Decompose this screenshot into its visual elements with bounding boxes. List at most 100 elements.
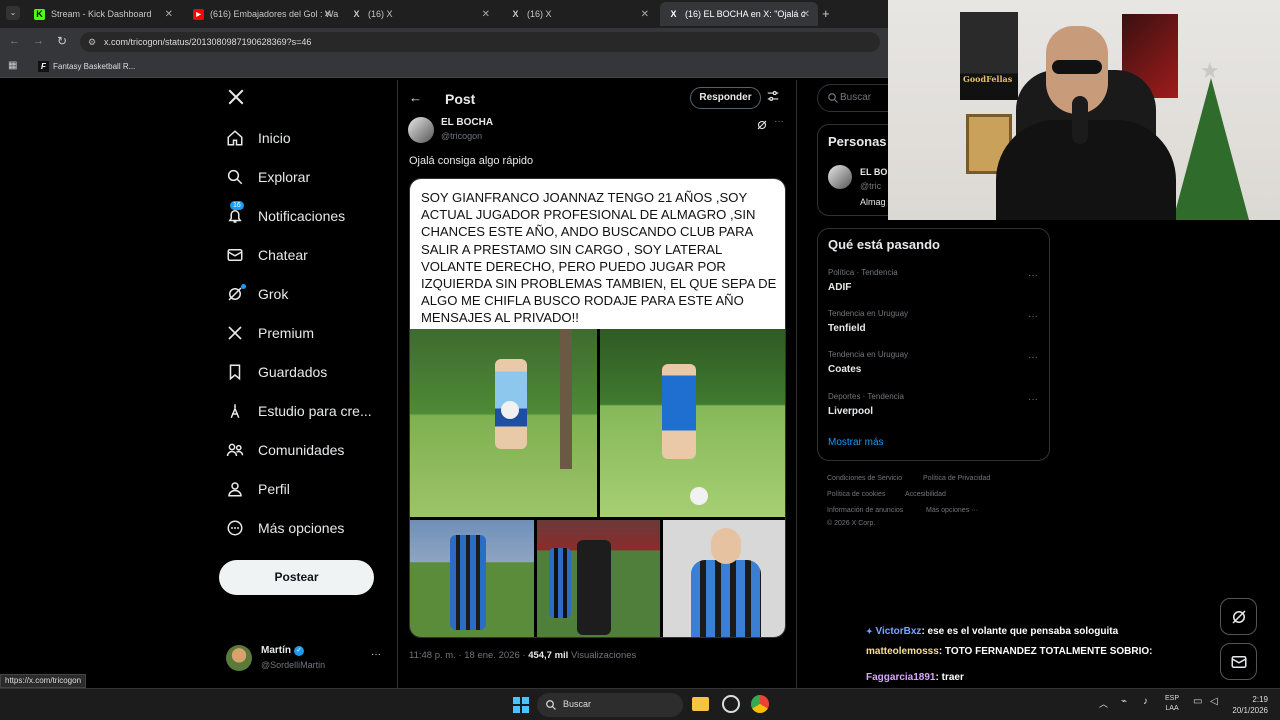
- grok-icon: [226, 284, 246, 303]
- chrome-icon[interactable]: [751, 695, 769, 713]
- new-tab-button[interactable]: +: [822, 6, 830, 21]
- bookmark-label: Fantasy Basketball R...: [53, 62, 136, 71]
- chevron-up-icon[interactable]: ︿: [1099, 697, 1108, 710]
- trend-more-icon[interactable]: ···: [1028, 270, 1038, 281]
- author-handle[interactable]: @tricogon: [441, 131, 482, 141]
- nav-item-mas-opciones[interactable]: Más opciones: [226, 513, 344, 543]
- trend-more-icon[interactable]: ···: [1028, 311, 1038, 322]
- back-arrow-icon[interactable]: ←: [409, 90, 422, 105]
- trend-name: ADIF: [828, 282, 852, 293]
- trend-item[interactable]: Deportes · Tendencia Liverpool ···: [828, 392, 1038, 417]
- photo-match-1[interactable]: [410, 520, 534, 637]
- close-icon[interactable]: ✕: [802, 9, 810, 20]
- grok-icon[interactable]: [756, 118, 768, 136]
- photo-training-2[interactable]: [600, 329, 785, 517]
- forward-icon[interactable]: →: [33, 35, 44, 47]
- post-more-icon[interactable]: ···: [774, 116, 784, 127]
- youtube-icon: ▶: [193, 8, 204, 20]
- nav-item-notificaciones[interactable]: 16 Notificaciones: [226, 201, 345, 231]
- bookmark-fantasy[interactable]: F Fantasy Basketball R...: [38, 61, 135, 72]
- nav-item-explorar[interactable]: Explorar: [226, 162, 310, 192]
- back-icon[interactable]: ←: [9, 35, 20, 47]
- player-figure: [450, 535, 486, 630]
- file-explorer-icon[interactable]: [692, 697, 709, 711]
- show-more-link[interactable]: Mostrar más: [828, 437, 884, 448]
- chat-username[interactable]: Faggarcia1891: [866, 672, 936, 683]
- obs-icon[interactable]: [722, 695, 740, 713]
- unread-dot: [241, 284, 246, 289]
- browser-tab[interactable]: ▶ (616) Embajadores del Gol : Wa ✕: [185, 2, 340, 26]
- microphone: [1072, 96, 1088, 144]
- nav-item-inicio[interactable]: Inicio: [226, 123, 291, 153]
- taskbar-search[interactable]: Buscar: [537, 693, 683, 717]
- footer-link-terms[interactable]: Condiciones de Servicio: [827, 475, 902, 482]
- people-card: Personas EL BO @tric Almag: [817, 124, 897, 216]
- tab-list-dropdown[interactable]: ⌄: [6, 6, 20, 20]
- account-handle: @SordelliMartin: [261, 660, 326, 670]
- footer-link-accessibility[interactable]: Accesibilidad: [905, 491, 946, 498]
- url-text: x.com/tricogon/status/201308098719062836…: [104, 37, 312, 47]
- x-logo-icon[interactable]: [227, 88, 245, 111]
- people-name[interactable]: EL BO: [860, 167, 887, 177]
- people-avatar[interactable]: [828, 165, 852, 189]
- apps-grid-icon[interactable]: ▦: [8, 60, 17, 71]
- close-icon[interactable]: ✕: [482, 9, 490, 20]
- language-indicator[interactable]: ESP LAA: [1165, 694, 1179, 714]
- photo-match-2[interactable]: [537, 520, 660, 637]
- close-icon[interactable]: ✕: [641, 9, 649, 20]
- photo-portrait[interactable]: [663, 520, 785, 637]
- clock[interactable]: 2:19 20/1/2026: [1226, 694, 1268, 716]
- reload-icon[interactable]: ↻: [57, 34, 67, 48]
- people-bio: Almag: [860, 197, 886, 207]
- browser-tab-active[interactable]: X (16) EL BOCHA en X: "Ojalá con ✕: [660, 2, 818, 26]
- post-timestamp[interactable]: 11:48 p. m. · 18 ene. 2026 ·: [409, 650, 528, 661]
- display-icon[interactable]: ▭: [1193, 696, 1202, 707]
- account-more-icon[interactable]: ···: [371, 649, 381, 660]
- url-field[interactable]: ⚙ x.com/tricogon/status/2013080987190628…: [80, 32, 880, 52]
- post-media[interactable]: SOY GIANFRANCO JOANNAZ TENGO 21 AÑOS ,SO…: [409, 178, 786, 638]
- grok-fab[interactable]: [1220, 598, 1257, 635]
- trend-more-icon[interactable]: ···: [1028, 352, 1038, 363]
- poster-goodfellas: GoodFellas: [960, 12, 1018, 100]
- person-icon: [226, 480, 244, 498]
- close-icon[interactable]: ✕: [324, 9, 332, 20]
- trend-item[interactable]: Tendencia en Uruguay Tenfield ···: [828, 309, 1038, 334]
- mic-icon[interactable]: ♪: [1143, 696, 1148, 707]
- nav-item-comunidades[interactable]: Comunidades: [226, 435, 344, 465]
- account-switcher[interactable]: Martín ✓ @SordelliMartin ···: [226, 644, 386, 674]
- nav-item-estudio[interactable]: Estudio para cre...: [226, 396, 372, 426]
- bookmark-icon: [226, 363, 244, 381]
- reply-button[interactable]: Responder: [690, 87, 761, 109]
- browser-tab[interactable]: K Stream - Kick Dashboard ✕: [26, 2, 181, 26]
- nav-item-chatear[interactable]: Chatear: [226, 240, 308, 270]
- messages-fab[interactable]: [1220, 643, 1257, 680]
- post-button[interactable]: Postear: [219, 560, 374, 595]
- trend-item[interactable]: Política · Tendencia ADIF ···: [828, 268, 1038, 293]
- nav-item-guardados[interactable]: Guardados: [226, 357, 327, 387]
- windows-start-icon[interactable]: [513, 697, 529, 713]
- footer-link-cookies[interactable]: Política de cookies: [827, 491, 885, 498]
- close-icon[interactable]: ✕: [165, 9, 173, 20]
- photo-training-1[interactable]: [410, 329, 597, 517]
- footer-link-more[interactable]: Más opciones ···: [926, 507, 978, 514]
- speaker-icon[interactable]: ◁: [1210, 696, 1218, 707]
- chat-message: ✦ VictorBxz: ese es el volante que pensa…: [866, 626, 1118, 637]
- nav-item-grok[interactable]: Grok: [226, 279, 288, 309]
- footer-link-ads[interactable]: Información de anuncios: [827, 507, 903, 514]
- chat-username[interactable]: VictorBxz: [875, 626, 921, 637]
- author-avatar[interactable]: [408, 117, 434, 143]
- trend-more-icon[interactable]: ···: [1028, 394, 1038, 405]
- author-name[interactable]: EL BOCHA: [441, 117, 493, 128]
- nav-item-perfil[interactable]: Perfil: [226, 474, 290, 504]
- trend-item[interactable]: Tendencia en Uruguay Coates ···: [828, 350, 1038, 375]
- browser-tab[interactable]: X (16) X ✕: [502, 2, 657, 26]
- chat-username[interactable]: matteolemosss: [866, 646, 939, 657]
- site-settings-icon[interactable]: ⚙: [88, 32, 96, 52]
- nav-label: Inicio: [258, 130, 291, 146]
- sliders-icon[interactable]: [766, 89, 780, 108]
- network-icon[interactable]: ⌁: [1121, 696, 1127, 707]
- browser-tab[interactable]: X (16) X ✕: [343, 2, 498, 26]
- nav-item-premium[interactable]: Premium: [226, 318, 314, 348]
- footer-link-privacy[interactable]: Política de Privacidad: [923, 475, 990, 482]
- views-count: 454,7 mil: [528, 650, 569, 661]
